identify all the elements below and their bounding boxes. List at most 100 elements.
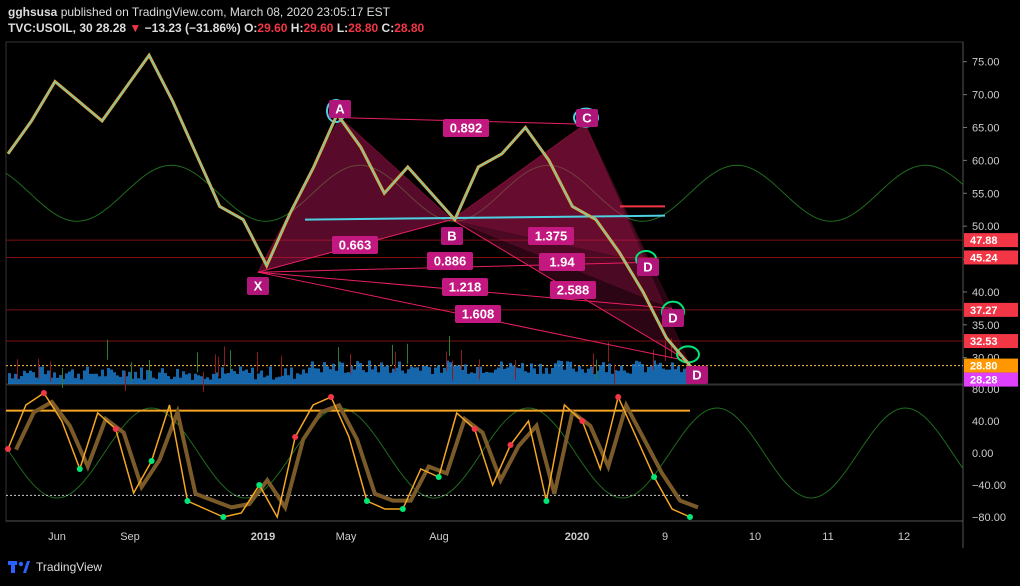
volume-bar — [521, 363, 524, 384]
volume-bar — [641, 364, 644, 384]
volume-bar — [116, 375, 119, 384]
volume-bar — [164, 373, 167, 384]
volume-spike — [608, 342, 609, 363]
chart-canvas[interactable]: 0.892 0.663 1.375 0.886 1.94 1.218 2.588 1.608 A… — [0, 0, 1020, 586]
volume-bar — [299, 374, 302, 384]
volume-bar — [239, 366, 242, 384]
volume-bar — [104, 376, 107, 384]
tradingview-brand: TradingView — [36, 560, 103, 574]
volume-bar — [527, 372, 530, 384]
volume-bar — [14, 373, 17, 384]
volume-bar — [269, 366, 272, 384]
volume-bar — [662, 368, 665, 384]
volume-spike — [407, 343, 408, 364]
volume-bar — [461, 369, 464, 384]
price-tick: 75.00 — [972, 57, 1000, 69]
volume-bar — [404, 373, 407, 384]
volume-bar — [488, 372, 491, 384]
volume-bar — [542, 373, 545, 384]
volume-spike — [281, 355, 282, 376]
volume-bar — [20, 376, 23, 384]
volume-bar — [491, 372, 494, 384]
volume-bar — [668, 369, 671, 384]
volume-spike — [224, 346, 225, 367]
volume-bar — [92, 373, 95, 384]
ratio-label: 2.588 — [557, 283, 590, 298]
volume-bar — [635, 360, 638, 384]
volume-bar — [503, 368, 506, 384]
volume-bar — [188, 373, 191, 384]
oscillator-series — [5, 390, 699, 520]
volume-bar — [122, 370, 125, 384]
volume-bar — [89, 373, 92, 384]
volume-bar — [359, 362, 362, 384]
price-tick: 40.00 — [972, 287, 1000, 299]
oscillator-cross-dot — [5, 446, 11, 452]
oscillator-cross-dot — [112, 426, 119, 432]
volume-bar — [209, 379, 212, 384]
volume-bar — [146, 370, 149, 384]
volume-bar — [47, 370, 50, 384]
oscillator-cross-dot — [76, 466, 83, 472]
volume-bar — [608, 363, 611, 384]
volume-bar — [671, 362, 674, 384]
volume-bar — [293, 378, 296, 384]
volume-bar — [539, 363, 542, 384]
time-tick: 2020 — [565, 531, 589, 543]
volume-spike — [515, 359, 516, 380]
volume-bar — [602, 362, 605, 384]
volume-bar — [344, 372, 347, 384]
point-label: D — [692, 368, 701, 383]
oscillator-cross-dot — [579, 418, 586, 424]
volume-bar — [53, 372, 56, 384]
volume-bar — [389, 372, 392, 384]
volume-spike — [131, 362, 132, 383]
time-tick: 11 — [822, 531, 833, 543]
time-tick: May — [336, 531, 357, 543]
volume-spike — [614, 364, 615, 385]
sine-wave-oscillator — [5, 407, 964, 499]
price-tag: 28.28 — [970, 375, 998, 387]
volume-bar — [416, 367, 419, 384]
volume-bar — [176, 368, 179, 384]
volume-bar — [302, 369, 305, 384]
volume-bar — [272, 379, 275, 384]
volume-bar — [353, 369, 356, 384]
volume-bar — [368, 360, 371, 384]
volume-bar — [275, 377, 278, 384]
ratio-label: 1.375 — [535, 229, 568, 244]
time-tick: Sep — [120, 531, 140, 543]
volume-bar — [173, 376, 176, 384]
oscillator-tick: 40.00 — [972, 416, 1000, 428]
volume-bar — [374, 366, 377, 384]
volume-bar — [218, 378, 221, 384]
price-tick: 60.00 — [972, 155, 1000, 167]
volume-bar — [290, 367, 293, 384]
volume-spike — [107, 339, 108, 360]
volume-bar — [155, 378, 158, 384]
price-tag: 28.80 — [970, 361, 998, 373]
volume-bar — [179, 377, 182, 384]
volume-bar — [71, 369, 74, 384]
volume-bar — [377, 372, 380, 384]
price-tag: 32.53 — [970, 336, 998, 348]
volume-bar — [185, 374, 188, 384]
volume-spike — [215, 354, 216, 375]
volume-bar — [80, 379, 83, 384]
volume-bar — [68, 371, 71, 384]
volume-spike — [350, 353, 351, 374]
volume-bar — [296, 373, 299, 384]
volume-bar — [665, 369, 668, 384]
volume-bar — [278, 376, 281, 384]
volume-bar — [245, 369, 248, 384]
time-tick: 9 — [662, 531, 668, 543]
volume-spike — [38, 358, 39, 379]
volume-bar — [161, 368, 164, 384]
volume-bar — [407, 369, 410, 384]
tradingview-footer[interactable]: TradingView — [8, 560, 102, 574]
oscillator-cross-dot — [615, 394, 622, 400]
volume-bar — [191, 379, 194, 384]
time-tick: Aug — [429, 531, 449, 543]
volume-bar — [449, 362, 452, 384]
oscillator-pane[interactable] — [5, 384, 964, 522]
